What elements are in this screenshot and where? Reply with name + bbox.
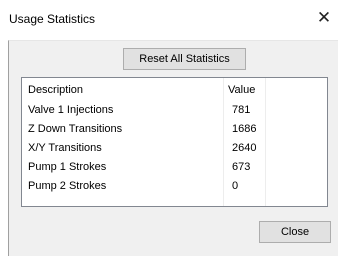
title-bar[interactable]: Usage Statistics ✕ (0, 0, 338, 40)
usage-statistics-dialog: Usage Statistics ✕ Reset All Statistics … (0, 0, 338, 259)
row-value[interactable]: 0 (232, 180, 238, 192)
row-description[interactable]: Pump 1 Strokes (28, 161, 106, 173)
row-description[interactable]: Z Down Transitions (28, 123, 122, 135)
column-divider (265, 78, 266, 206)
row-value[interactable]: 781 (232, 104, 250, 116)
row-description[interactable]: X/Y Transitions (28, 142, 102, 154)
column-header-description[interactable]: Description (28, 84, 83, 96)
row-description[interactable]: Valve 1 Injections (28, 104, 113, 116)
statistics-list[interactable]: Description Value Valve 1 Injections 781… (21, 77, 328, 207)
close-button[interactable]: Close (259, 221, 331, 243)
row-description[interactable]: Pump 2 Strokes (28, 180, 106, 192)
column-header-value[interactable]: Value (228, 84, 255, 96)
close-icon[interactable]: ✕ (316, 9, 332, 27)
reset-all-statistics-button[interactable]: Reset All Statistics (123, 48, 246, 70)
dialog-body: Reset All Statistics Description Value V… (8, 40, 338, 256)
window-title: Usage Statistics (9, 12, 96, 26)
row-value[interactable]: 673 (232, 161, 250, 173)
column-divider (223, 78, 224, 206)
row-value[interactable]: 1686 (232, 123, 256, 135)
row-value[interactable]: 2640 (232, 142, 256, 154)
